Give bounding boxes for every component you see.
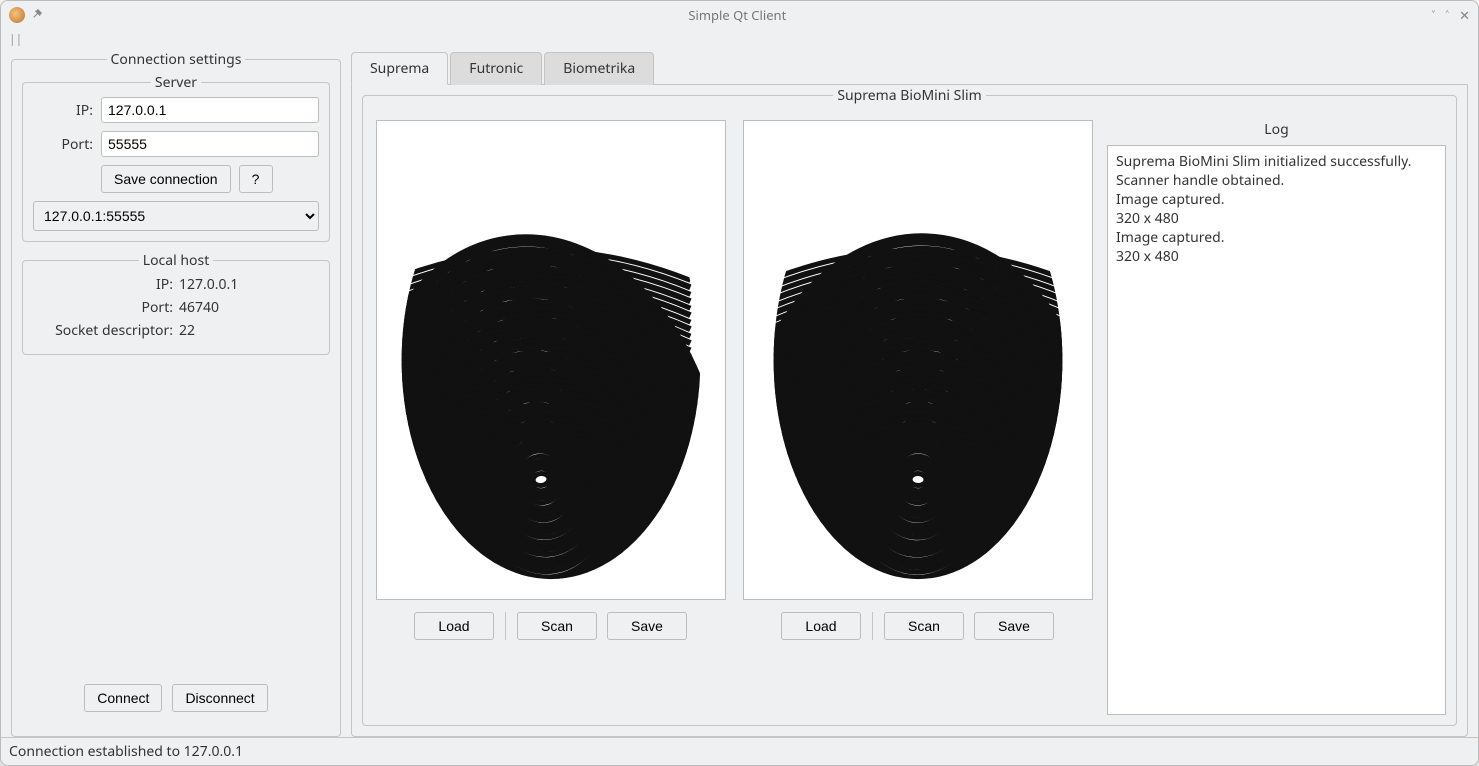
scan-button-2[interactable]: Scan bbox=[884, 612, 964, 640]
tabs-header: Suprema Futronic Biometrika bbox=[351, 51, 1468, 85]
close-icon[interactable]: ✕ bbox=[1459, 6, 1470, 24]
tab-futronic[interactable]: Futronic bbox=[450, 52, 542, 85]
localhost-ip-label: IP: bbox=[33, 275, 173, 294]
server-title: Server bbox=[151, 73, 201, 92]
connect-button[interactable]: Connect bbox=[84, 684, 162, 712]
help-button[interactable]: ? bbox=[239, 165, 273, 193]
server-port-label: Port: bbox=[33, 135, 93, 154]
pin-icon[interactable] bbox=[31, 6, 43, 24]
app-window: Simple Qt Client ˅ ˄ ✕ || Connection set… bbox=[0, 0, 1479, 766]
statusbar: Connection established to 127.0.0.1 bbox=[1, 737, 1478, 765]
device-title: Suprema BioMini Slim bbox=[833, 86, 985, 105]
scan-button-1[interactable]: Scan bbox=[517, 612, 597, 640]
maximize-icon[interactable]: ˄ bbox=[1445, 6, 1449, 24]
toolbar-handle[interactable]: || bbox=[1, 29, 1478, 47]
localhost-port-label: Port: bbox=[33, 298, 173, 317]
saved-connections-select[interactable]: 127.0.0.1:55555 bbox=[33, 201, 319, 231]
app-icon bbox=[9, 7, 25, 23]
fingerprint-image-2 bbox=[743, 120, 1093, 600]
localhost-title: Local host bbox=[139, 251, 214, 270]
fingerprint-image-1 bbox=[376, 120, 726, 600]
titlebar: Simple Qt Client ˅ ˄ ✕ bbox=[1, 1, 1478, 29]
localhost-port-value: 46740 bbox=[179, 298, 219, 317]
localhost-ip-value: 127.0.0.1 bbox=[179, 275, 238, 294]
disconnect-button[interactable]: Disconnect bbox=[172, 684, 267, 712]
server-ip-input[interactable] bbox=[101, 97, 319, 123]
server-ip-label: IP: bbox=[33, 101, 93, 120]
window-title: Simple Qt Client bbox=[43, 6, 1432, 24]
tab-suprema[interactable]: Suprema bbox=[351, 52, 448, 85]
fingerprint-icon bbox=[377, 121, 725, 599]
fingerprint-icon bbox=[744, 121, 1092, 599]
localhost-group: Local host IP: 127.0.0.1 Port: 46740 Soc… bbox=[22, 260, 330, 355]
load-button-1[interactable]: Load bbox=[414, 612, 494, 640]
connection-settings-group: Connection settings Server IP: Port: Sav… bbox=[11, 59, 341, 737]
socket-descriptor-label: Socket descriptor: bbox=[33, 321, 173, 340]
log-label: Log bbox=[1107, 120, 1446, 139]
status-text: Connection established to 127.0.0.1 bbox=[9, 742, 243, 761]
server-port-input[interactable] bbox=[101, 131, 319, 157]
server-group: Server IP: Port: Save connection ? 12 bbox=[22, 82, 330, 242]
save-button-1[interactable]: Save bbox=[607, 612, 687, 640]
fingerprint-panel-1: Load Scan Save bbox=[373, 120, 728, 715]
socket-descriptor-value: 22 bbox=[179, 321, 195, 340]
save-connection-button[interactable]: Save connection bbox=[101, 165, 231, 193]
save-button-2[interactable]: Save bbox=[974, 612, 1054, 640]
device-group: Suprema BioMini Slim bbox=[362, 95, 1457, 726]
tab-biometrika[interactable]: Biometrika bbox=[544, 52, 654, 85]
fingerprint-panel-2: Load Scan Save bbox=[740, 120, 1095, 715]
minimize-icon[interactable]: ˅ bbox=[1432, 6, 1436, 24]
load-button-2[interactable]: Load bbox=[781, 612, 861, 640]
connection-settings-title: Connection settings bbox=[107, 50, 246, 69]
log-column: Log Suprema BioMini Slim initialized suc… bbox=[1107, 120, 1446, 715]
log-textarea[interactable]: Suprema BioMini Slim initialized success… bbox=[1107, 145, 1446, 715]
